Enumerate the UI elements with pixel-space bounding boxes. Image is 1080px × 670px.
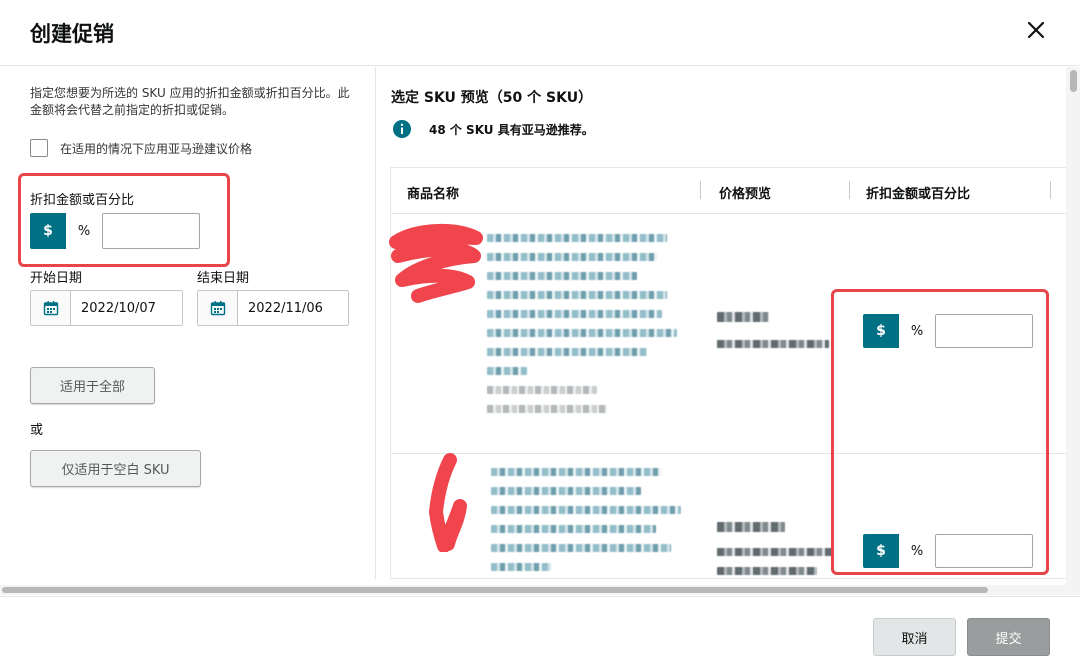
dialog-footer: 取消 提交 [0, 596, 1080, 670]
sku-preview-title: 选定 SKU 预览（50 个 SKU） [391, 90, 593, 106]
cancel-button[interactable]: 取消 [873, 618, 956, 656]
info-text: 48 个 SKU 具有亚马逊推荐。 [429, 122, 594, 137]
suggest-price-label: 在适用的情况下应用亚马逊建议价格 [60, 141, 253, 156]
info-row: 48 个 SKU 具有亚马逊推荐。 [392, 119, 594, 139]
column-header-price: 价格预览 [719, 187, 772, 202]
vertical-scroll-thumb[interactable] [1070, 70, 1077, 92]
column-header-product: 商品名称 [407, 187, 460, 202]
vertical-scrollbar[interactable] [1066, 67, 1080, 587]
column-divider [849, 181, 850, 199]
suggest-price-row: 在适用的情况下应用亚马逊建议价格 [30, 139, 252, 157]
close-icon[interactable] [1022, 16, 1050, 44]
column-divider [700, 181, 701, 199]
dollar-toggle[interactable]: $ [30, 213, 66, 249]
column-divider [1050, 181, 1051, 199]
product-name-redacted [487, 234, 677, 424]
redaction-scribble [429, 453, 467, 552]
discount-input[interactable] [102, 213, 200, 249]
horizontal-scrollbar[interactable] [0, 585, 1080, 595]
redaction-scribble [389, 224, 483, 303]
discount-description: 指定您想要为所选的 SKU 应用的折扣金额或折扣百分比。此金额将会代替之前指定的… [30, 86, 350, 117]
end-date-label: 结束日期 [197, 271, 250, 286]
dialog-title: 创建促销 [30, 22, 114, 46]
table-header: 商品名称 价格预览 折扣金额或百分比 [391, 168, 1066, 214]
percent-toggle[interactable]: % [66, 213, 102, 249]
calendar-icon[interactable] [31, 291, 71, 325]
price-preview-redacted [717, 522, 837, 579]
highlight-box [831, 289, 1049, 575]
start-date-picker[interactable]: 2022/10/07 [30, 290, 183, 326]
suggest-price-checkbox[interactable] [30, 139, 48, 157]
apply-blank-sku-button[interactable]: 仅适用于空白 SKU [30, 450, 201, 487]
product-name-redacted [491, 468, 681, 579]
price-preview-redacted [717, 312, 837, 359]
left-panel: 指定您想要为所选的 SKU 应用的折扣金额或折扣百分比。此金额将会代替之前指定的… [0, 67, 374, 579]
or-separator: 或 [30, 423, 44, 438]
discount-label: 折扣金额或百分比 [30, 193, 135, 208]
end-date-picker[interactable]: 2022/11/06 [197, 290, 349, 326]
submit-button[interactable]: 提交 [967, 618, 1050, 656]
info-icon [393, 120, 411, 138]
dialog-header: 创建促销 [0, 0, 1080, 66]
start-date-label: 开始日期 [30, 271, 83, 286]
horizontal-scroll-thumb[interactable] [2, 587, 988, 593]
start-date-value: 2022/10/07 [81, 300, 156, 316]
apply-all-button[interactable]: 适用于全部 [30, 367, 155, 404]
discount-type-selector: $ % [30, 213, 200, 249]
end-date-value: 2022/11/06 [248, 300, 323, 316]
column-header-discount: 折扣金额或百分比 [866, 187, 971, 202]
calendar-icon[interactable] [198, 291, 238, 325]
